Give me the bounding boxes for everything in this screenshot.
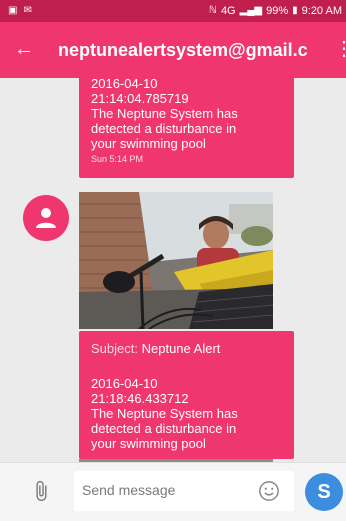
pool-camera-photo[interactable]: [79, 192, 273, 329]
subject-label: Subject:: [91, 341, 138, 356]
status-bar: ▣ ✉ ℕ 4G ▂▄▆ 99% ▮ 9:20 AM: [0, 0, 346, 22]
conversation-title: neptunealertsystem@gmail.c: [58, 40, 308, 60]
clock: 9:20 AM: [301, 5, 342, 17]
image-notification-icon: ▣: [8, 5, 18, 16]
message-text: 2016-04-10 21:18:46.433712 The Neptune S…: [91, 376, 238, 451]
message-list[interactable]: 2016-04-10 21:14:04.785719 The Neptune S…: [0, 78, 346, 462]
more-vert-icon[interactable]: ⋮: [334, 36, 346, 61]
message-bubble[interactable]: 2016-04-10 21:14:04.785719 The Neptune S…: [79, 78, 294, 178]
photo-image: [79, 192, 273, 329]
signal-icon: ▂▄▆: [239, 5, 263, 16]
arrow-back-icon[interactable]: ←: [14, 38, 34, 60]
compose-bar: S: [0, 462, 346, 521]
app-bar: ← neptunealertsystem@gmail.c ⋮: [0, 22, 346, 78]
paperclip-icon[interactable]: [30, 480, 52, 502]
send-button[interactable]: S: [305, 473, 343, 511]
person-icon: [36, 208, 56, 228]
mail-notification-icon: ✉: [23, 5, 32, 16]
network-type: 4G: [220, 5, 236, 17]
message-input[interactable]: [82, 482, 242, 498]
subject-value: Neptune Alert: [141, 341, 221, 356]
battery-icon: ▮: [292, 5, 298, 16]
battery-level: 99%: [266, 5, 289, 17]
message-bubble[interactable]: Subject: Neptune Alert 2016-04-10 21:18:…: [79, 331, 294, 459]
avatar[interactable]: [23, 195, 69, 241]
message-subject: Subject: Neptune Alert: [91, 341, 220, 356]
message-input-box: [74, 471, 294, 511]
message-timestamp: Sun 5:14 PM: [91, 154, 144, 164]
emoji-icon[interactable]: [258, 480, 280, 502]
nfc-icon: ℕ: [208, 5, 217, 16]
message-text: 2016-04-10 21:14:04.785719 The Neptune S…: [91, 78, 238, 151]
